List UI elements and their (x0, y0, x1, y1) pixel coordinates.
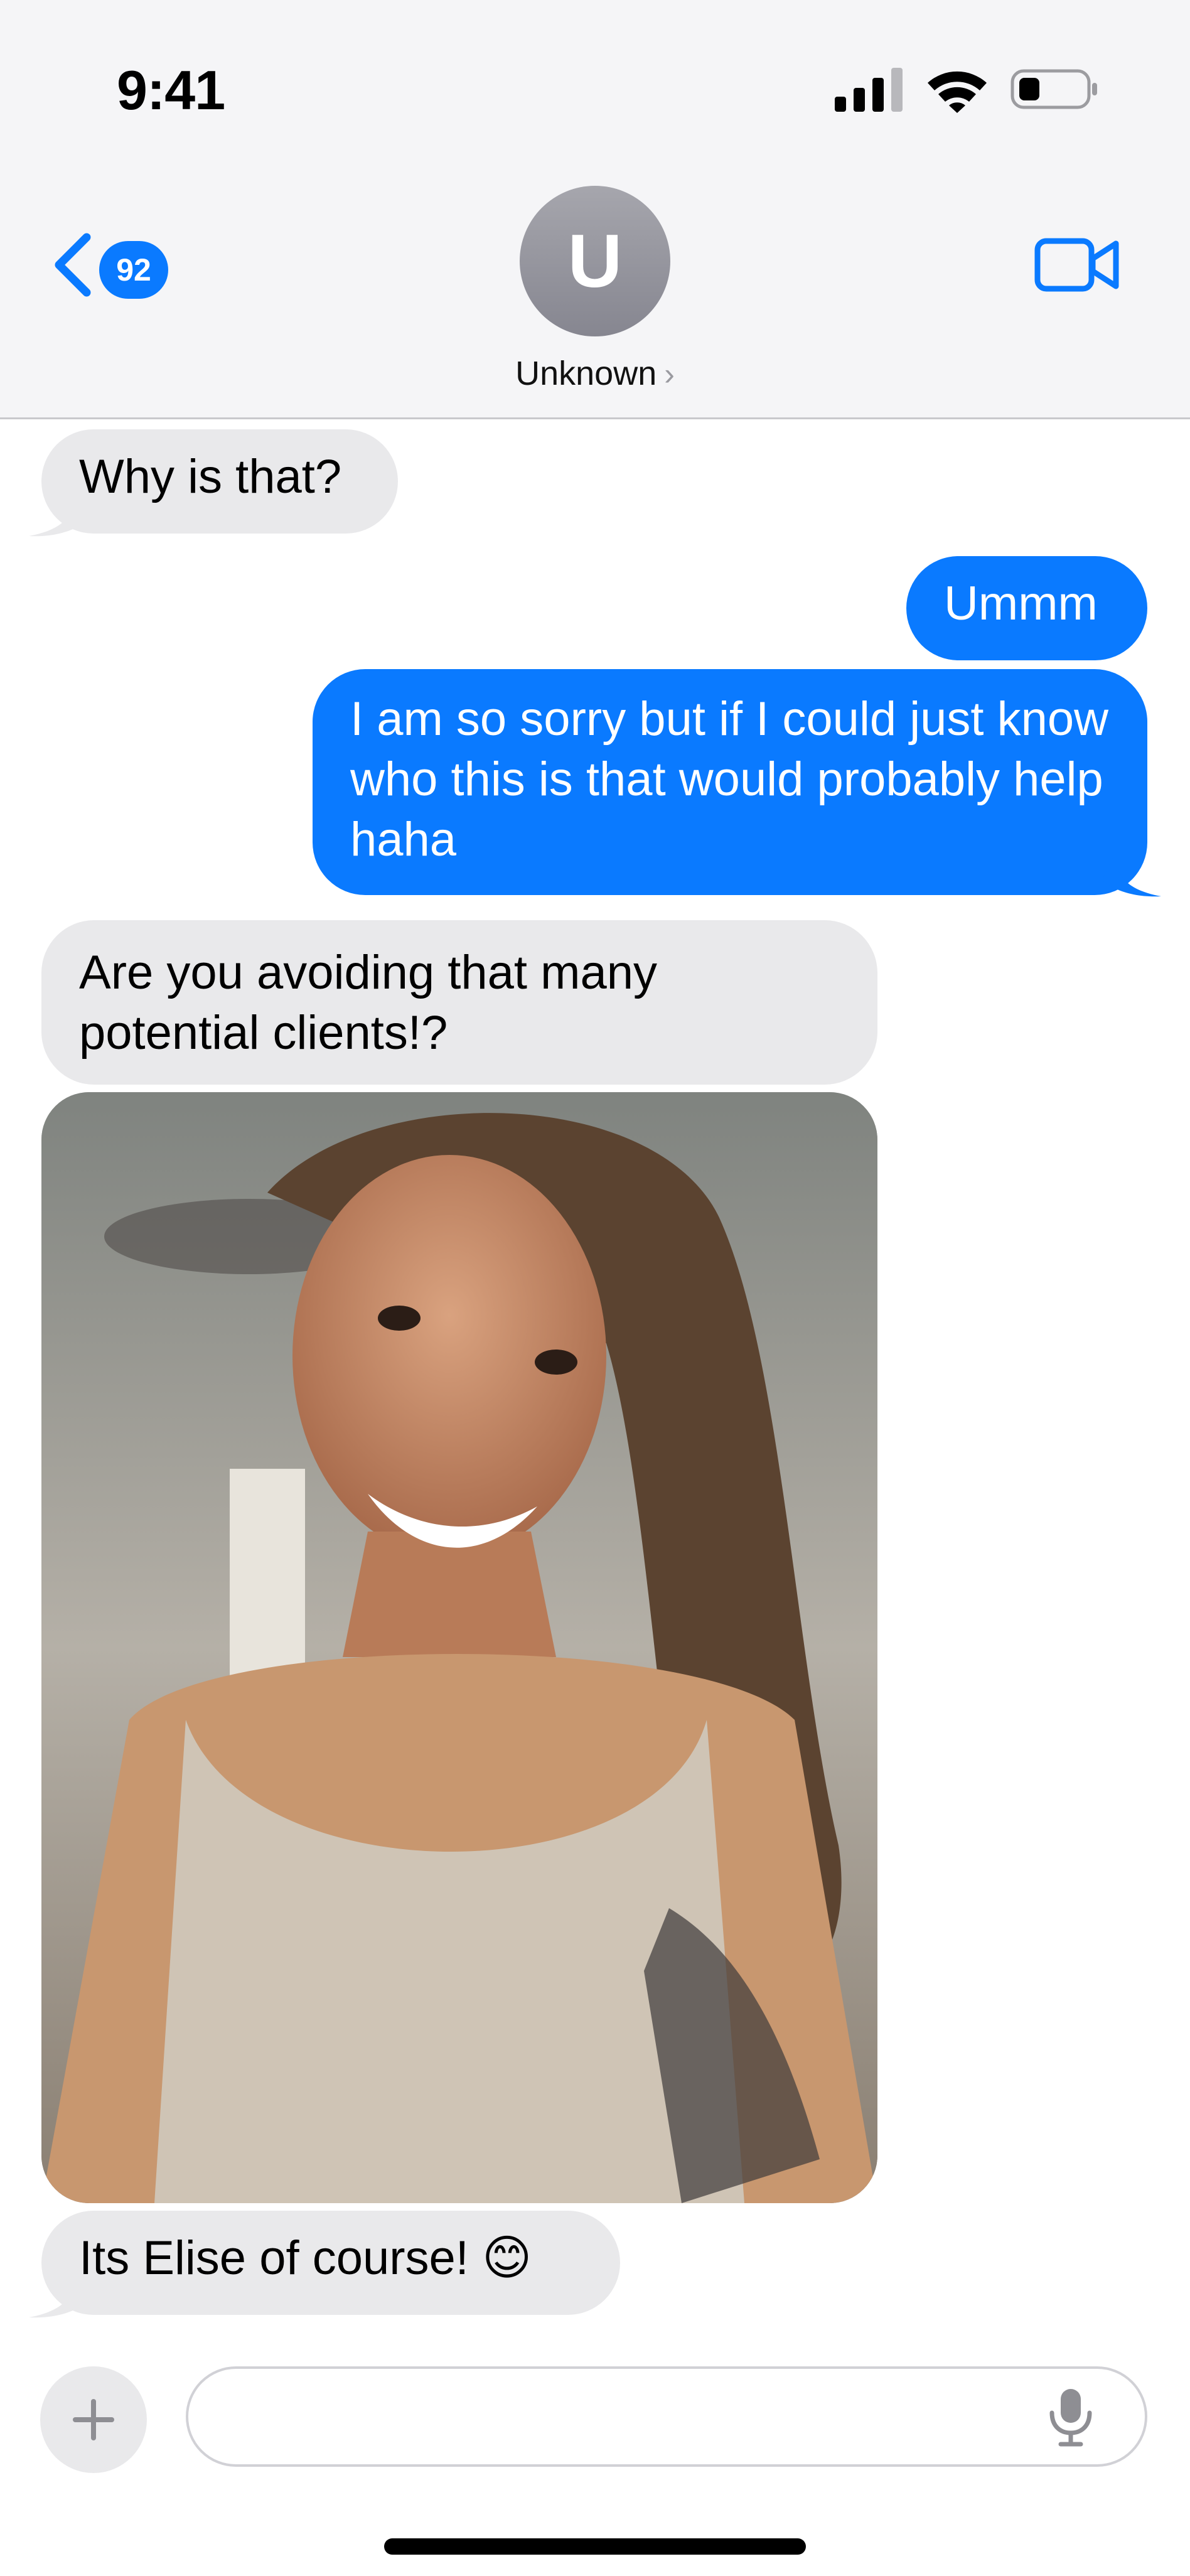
message-thread: Why is that? Ummm I am so sorry but if I… (0, 419, 1190, 2330)
avatar: U (520, 186, 670, 336)
status-time: 9:41 (117, 59, 225, 121)
home-indicator (384, 2538, 806, 2555)
status-icons (835, 65, 1098, 113)
contact-info[interactable]: U Unknown › (439, 186, 751, 399)
bubble-tail (1102, 854, 1161, 897)
outgoing-message[interactable]: Ummm (906, 556, 1147, 660)
back-button[interactable]: 92 (50, 227, 176, 303)
messages-screen: 9:41 92 U Unknown › Why is that? Ummm I … (0, 0, 1190, 2576)
contact-name-row: Unknown › (439, 352, 751, 396)
chevron-right-icon: › (664, 357, 675, 392)
chevron-left-icon (55, 233, 91, 297)
wifi-icon (928, 71, 987, 113)
incoming-message[interactable]: Its Elise of course! 😊 (41, 2211, 620, 2315)
incoming-message[interactable]: Why is that? (41, 429, 398, 534)
video-camera-icon[interactable] (1034, 233, 1121, 296)
signal-icon (835, 68, 903, 112)
photo-placeholder (41, 1092, 877, 2203)
microphone-icon[interactable] (1039, 2385, 1102, 2448)
bubble-tail (29, 2275, 88, 2318)
message-input[interactable] (226, 2381, 1019, 2453)
incoming-message[interactable]: Are you avoiding that many potential cli… (41, 920, 877, 1085)
add-attachment-button[interactable] (40, 2366, 147, 2473)
bubble-tail (29, 493, 88, 537)
conversation-header: 9:41 92 U Unknown › (0, 0, 1190, 419)
message-input-container[interactable] (186, 2366, 1147, 2467)
unread-count-badge: 92 (99, 241, 168, 299)
outgoing-message[interactable]: I am so sorry but if I could just know w… (313, 669, 1147, 895)
message-composer (0, 2330, 1190, 2576)
photo-attachment[interactable] (41, 1092, 877, 2203)
battery-icon (1010, 69, 1097, 109)
plus-icon (73, 2399, 114, 2440)
contact-name: Unknown (515, 355, 657, 392)
